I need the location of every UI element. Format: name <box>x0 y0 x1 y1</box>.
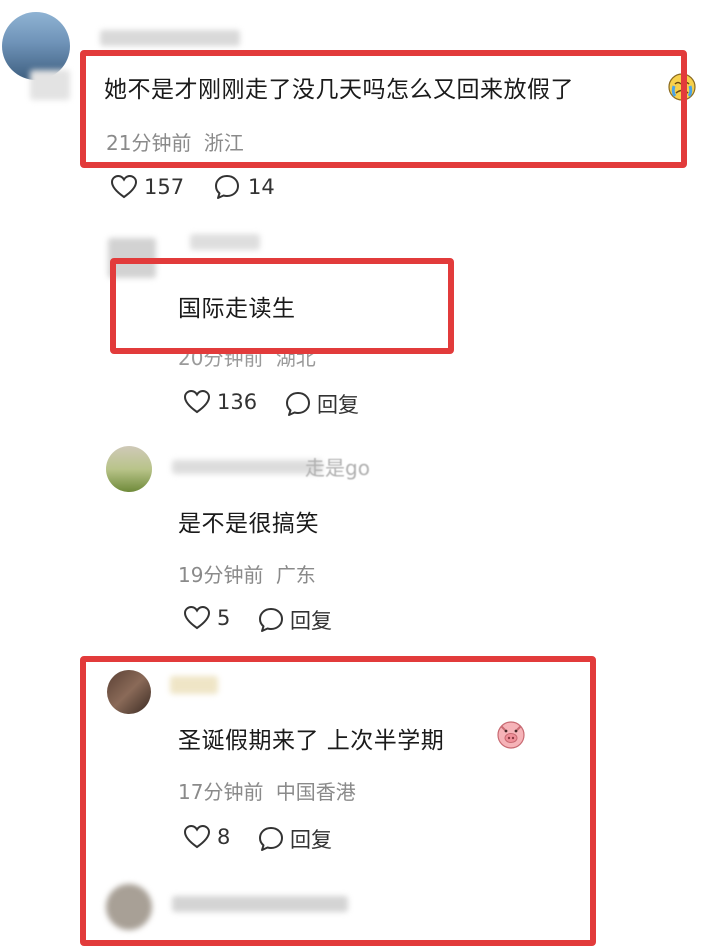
reply-count: 14 <box>248 175 275 199</box>
reply-button[interactable]: 14 <box>214 174 275 200</box>
like-button[interactable]: 5 <box>183 605 230 631</box>
like-count: 5 <box>217 606 231 630</box>
speech-bubble-icon <box>286 392 310 416</box>
comment-time: 19分钟前 <box>178 563 264 587</box>
username-fragment: 走是go <box>305 456 370 480</box>
speech-bubble-icon <box>259 608 283 632</box>
avatar[interactable] <box>106 446 152 492</box>
avatar-blur-patch <box>30 70 70 100</box>
heart-icon <box>110 174 138 199</box>
comment-location: 广东 <box>275 563 316 587</box>
username-blurred[interactable] <box>100 30 240 46</box>
username-blurred[interactable] <box>172 460 322 474</box>
like-count: 157 <box>144 175 185 199</box>
comment-meta: 19分钟前 广东 <box>178 559 316 588</box>
reply-button[interactable]: 回复 <box>285 389 359 419</box>
comment-text: 是不是很搞笑 <box>178 511 319 537</box>
highlight-box <box>80 50 687 168</box>
highlight-box <box>80 656 596 946</box>
reply-label: 回复 <box>290 609 332 633</box>
speech-bubble-icon <box>215 175 239 199</box>
highlight-box <box>110 258 454 354</box>
username-blurred[interactable] <box>190 234 260 250</box>
like-count: 136 <box>217 390 258 414</box>
like-button[interactable]: 136 <box>183 389 257 415</box>
reply-button[interactable]: 回复 <box>258 605 332 635</box>
heart-icon <box>183 389 211 414</box>
heart-icon <box>183 605 211 630</box>
reply-label: 回复 <box>317 393 359 417</box>
like-button[interactable]: 157 <box>110 174 184 200</box>
